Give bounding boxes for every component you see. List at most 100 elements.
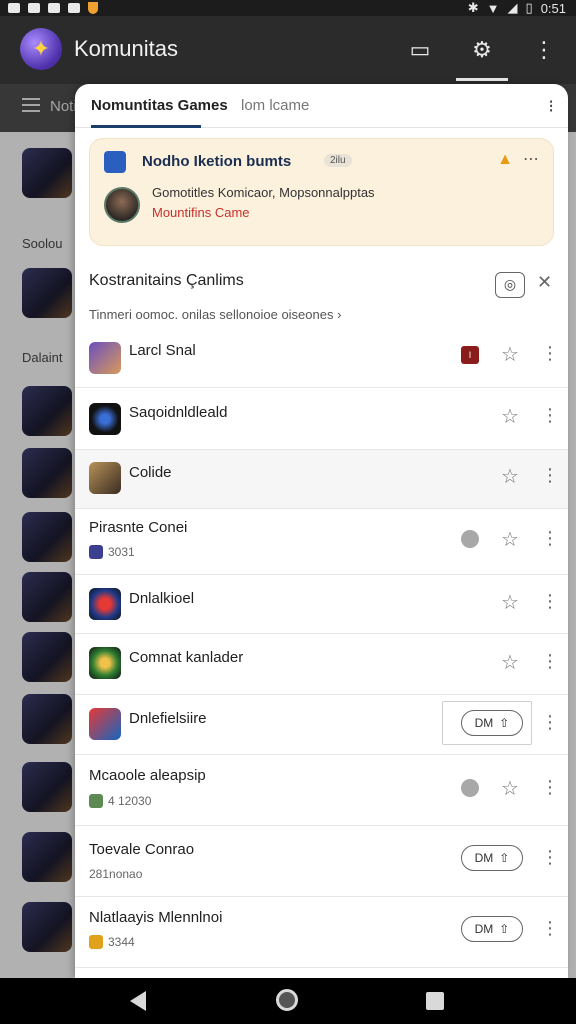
list-item-title: Colide: [129, 464, 172, 481]
community-panel: Nomuntitas Games lom lcame ⁝ Nodho Iketi…: [75, 84, 568, 978]
recents-icon[interactable]: [426, 992, 444, 1010]
more-vert-icon[interactable]: ⋮: [541, 712, 559, 733]
home-icon[interactable]: [276, 989, 298, 1011]
list-item[interactable]: Dnlalkioel ☆ ⋮: [75, 575, 568, 634]
bluetooth-icon: ✱: [467, 0, 479, 15]
list-item-title: Toevale Conrao: [89, 841, 195, 858]
notification-icon: [8, 3, 20, 13]
more-vert-icon[interactable]: ⋮: [541, 465, 559, 486]
status-indicator: [461, 530, 479, 548]
gear-icon[interactable]: ⚙: [468, 36, 496, 64]
list-item-meta-text: 3344: [108, 935, 135, 949]
more-vert-icon[interactable]: ⋮: [541, 528, 559, 549]
close-icon[interactable]: ✕: [537, 272, 552, 293]
meta-icon: [89, 545, 103, 559]
list-item[interactable]: Nlatlaayis Mlennlnoi 3344 DM ⇧ ⋮: [75, 897, 568, 968]
list-item-meta-text: 3031: [108, 545, 135, 559]
list-item[interactable]: Colide ☆ ⋮: [75, 450, 568, 509]
notification-icon: [28, 3, 40, 13]
image-icon: [48, 3, 60, 13]
list-item[interactable]: Mcaoole aleapsip 4 12030 ☆ ⋮: [75, 755, 568, 826]
panel-options-icon[interactable]: ⁝: [548, 96, 554, 117]
game-icon: [89, 647, 121, 679]
list-item-title: Mcaoole aleapsip: [89, 767, 206, 784]
notification-more-icon[interactable]: ⋯: [523, 149, 539, 169]
section-title: Kostranitains Çanlims: [89, 272, 244, 289]
more-vert-icon[interactable]: ⋮: [541, 651, 559, 672]
more-vert-icon[interactable]: ⋮: [541, 405, 559, 426]
notification-title: Nodho Iketion bumts: [142, 153, 292, 170]
list-item-meta: 3031: [89, 545, 135, 559]
star-icon[interactable]: ☆: [501, 342, 519, 367]
signal-icon: ◢: [507, 0, 518, 15]
active-tab-indicator: [91, 125, 201, 128]
list-item[interactable]: Toevale Conrao 281nonao DM ⇧ ⋮: [75, 826, 568, 897]
status-badge: I: [461, 346, 479, 364]
avatar: [104, 187, 140, 223]
share-icon: ⇧: [499, 922, 510, 936]
status-bar: ✱ ▼ ◢ ▯ 0:51: [0, 0, 576, 16]
check-icon: [68, 3, 80, 13]
star-icon[interactable]: ☆: [501, 650, 519, 675]
share-icon: ⇧: [499, 716, 510, 730]
meta-icon: [89, 935, 103, 949]
list-item-title: Comnat kanlader: [129, 649, 244, 666]
app-logo[interactable]: ✦: [20, 28, 62, 70]
list-item-meta: 3344: [89, 935, 135, 949]
list-item-title: Larcl Snal: [129, 342, 196, 359]
share-icon: ⇧: [499, 851, 510, 865]
download-button[interactable]: DM ⇧: [461, 916, 523, 942]
list-item[interactable]: Saqoidnldleald ☆ ⋮: [75, 388, 568, 450]
back-icon[interactable]: [130, 991, 146, 1011]
list-item[interactable]: Pirasnte Conei 3031 ☆ ⋮: [75, 509, 568, 575]
settings-tab-indicator: [456, 78, 508, 81]
list-item-title: Saqoidnldleald: [129, 404, 228, 421]
download-button-label: DM: [474, 851, 494, 865]
more-vert-icon[interactable]: ⋮: [530, 36, 558, 64]
list-item[interactable]: Comnat kanlader ☆ ⋮: [75, 634, 568, 695]
notification-card[interactable]: Nodho Iketion bumts 2ilu ▲ ⋯ Gomotitles …: [89, 138, 554, 246]
notification-time: 2ilu: [324, 154, 352, 167]
list-item[interactable]: Larcl Snal I ☆ ⋮: [75, 329, 568, 388]
list-item-title: Pirasnte Conei: [89, 519, 188, 536]
status-indicator: [461, 779, 479, 797]
game-icon: [89, 462, 121, 494]
list-item-meta-text: 4 12030: [108, 794, 152, 808]
meta-icon: [89, 794, 103, 808]
more-vert-icon[interactable]: ⋮: [541, 918, 559, 939]
more-vert-icon[interactable]: ⋮: [541, 343, 559, 364]
list-item-title: Nlatlaayis Mlennlnoi: [89, 909, 223, 926]
tablet-icon[interactable]: ▭: [406, 36, 434, 64]
list-item-meta: 4 12030: [89, 794, 151, 808]
more-vert-icon[interactable]: ⋮: [541, 777, 559, 798]
app-title: Komunitas: [74, 36, 178, 61]
list-item[interactable]: Dnlefielsiire DM ⇧ ⋮: [75, 695, 568, 755]
game-icon: [89, 403, 121, 435]
section-action-icon[interactable]: ◎: [495, 272, 525, 298]
more-vert-icon[interactable]: ⋮: [541, 847, 559, 868]
star-icon[interactable]: ☆: [501, 464, 519, 489]
list-item-title: Dnlefielsiire: [129, 710, 207, 727]
notification-app-icon: [104, 151, 126, 173]
wifi-icon: ▼: [486, 0, 500, 16]
download-button-label: DM: [474, 716, 494, 730]
download-button[interactable]: DM ⇧: [461, 845, 523, 871]
notification-subtitle: Mountifins Came: [152, 205, 250, 220]
list-item-meta: 281nonao: [89, 867, 142, 881]
tab-community-games[interactable]: Nomuntitas Games: [91, 97, 228, 114]
star-icon[interactable]: ☆: [501, 404, 519, 429]
game-icon: [89, 342, 121, 374]
notification-body: Gomotitles Komicaor, Mopsonnalpptas: [152, 185, 375, 200]
more-vert-icon[interactable]: ⋮: [541, 591, 559, 612]
download-button[interactable]: DM ⇧: [461, 710, 523, 736]
star-icon[interactable]: ☆: [501, 527, 519, 552]
system-nav-bar: [0, 978, 576, 1024]
list-item-title: Dnlalkioel: [129, 590, 195, 607]
tab-secondary[interactable]: lom lcame: [241, 97, 309, 114]
section-subtitle[interactable]: Tinmeri oomoc. onilas sellonoioe oiseone…: [89, 307, 341, 322]
star-icon[interactable]: ☆: [501, 776, 519, 801]
game-icon: [89, 708, 121, 740]
app-notification-icon: [88, 2, 98, 14]
star-icon[interactable]: ☆: [501, 590, 519, 615]
app-bar: ✦ Komunitas ▭ ⚙ ⋮: [0, 16, 576, 84]
